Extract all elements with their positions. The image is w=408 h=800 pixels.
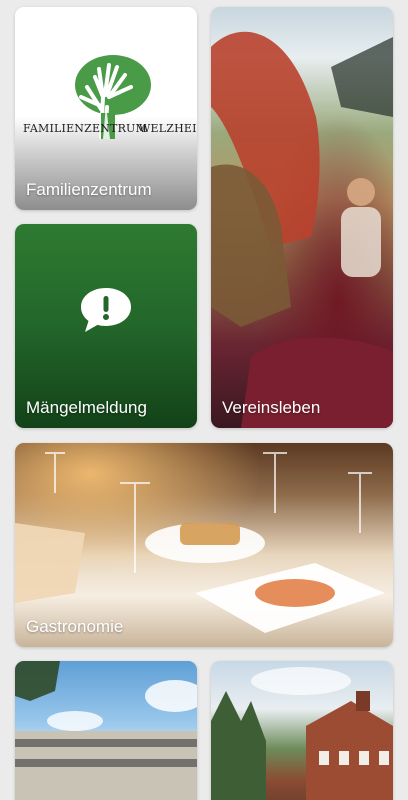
tile-maengelmeldung[interactable]: Mängelmeldung [15, 224, 197, 428]
tile-familienzentrum[interactable]: FAMILIENZENTRUM WELZHEIM Familienzentrum [15, 7, 197, 210]
tile-label-maengelmeldung: Mängelmeldung [26, 398, 147, 417]
tile-label-vereinsleben: Vereinsleben [222, 398, 321, 417]
tile-vereinsleben[interactable]: Vereinsleben [211, 7, 393, 428]
tile-gastronomie[interactable]: Gastronomie [15, 443, 393, 647]
roman-helmet-photo [211, 31, 393, 428]
familienzentrum-logo: FAMILIENZENTRUM WELZHEIM [15, 47, 197, 157]
tile-church-photo[interactable] [211, 661, 393, 800]
tile-label-familienzentrum: Familienzentrum [26, 180, 152, 199]
building-photo [15, 661, 197, 800]
tile-label-gastronomie: Gastronomie [26, 617, 124, 636]
church-photo [211, 667, 393, 800]
logo-text-familienzentrum: FAMILIENZENTRUM [23, 122, 147, 135]
tile-building-photo[interactable] [15, 661, 197, 800]
exclamation-bubble-icon [81, 288, 131, 332]
tile-grid: FAMILIENZENTRUM WELZHEIM Familienzentrum… [0, 0, 408, 800]
logo-text-welzheim: WELZHEIM [139, 122, 197, 135]
hands-tree-icon [75, 55, 151, 139]
